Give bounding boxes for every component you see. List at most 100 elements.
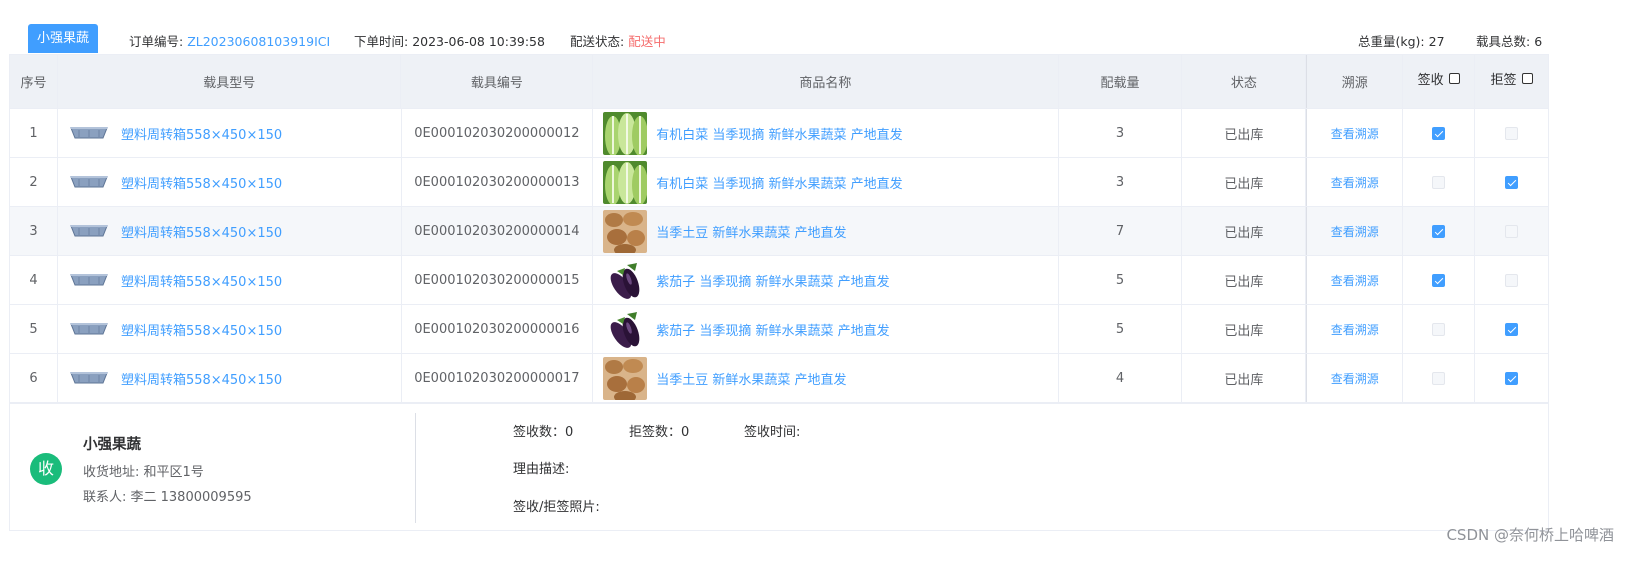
- table-row: 3 塑料周转箱558×450×150 0E000102030200000014 当季土…: [10, 207, 1548, 256]
- carrier-type-link[interactable]: 塑料周转箱558×450×150: [121, 124, 282, 143]
- reject-all-checkbox[interactable]: [1521, 73, 1533, 84]
- sign-checkbox[interactable]: [1432, 126, 1446, 140]
- col-sign-label: 签收: [1417, 73, 1444, 88]
- table-row: 1 塑料周转箱558×450×150 0E000102030200000012 有机白…: [10, 109, 1548, 158]
- row-seq: 6: [10, 354, 58, 402]
- receiver-panel: 收 小强果蔬 收货地址: 和平区1号 联系人: 李二 13800009595 签…: [9, 403, 1549, 531]
- shop-tab[interactable]: 小强果蔬: [28, 24, 99, 53]
- row-trace: 查看溯源: [1306, 109, 1404, 157]
- row-status: 已出库: [1182, 207, 1307, 255]
- row-sign: [1403, 354, 1476, 402]
- eggplant-image: [603, 307, 648, 351]
- carrier-type-link[interactable]: 塑料周转箱558×450×150: [121, 173, 282, 192]
- crate-icon: [69, 125, 109, 141]
- total-carriers: 载具总数: 6: [1476, 31, 1542, 50]
- row-reject: [1475, 256, 1548, 304]
- carrier-type-link[interactable]: 塑料周转箱558×450×150: [121, 320, 282, 339]
- table-body: 1 塑料周转箱558×450×150 0E000102030200000012 有机白…: [10, 109, 1548, 403]
- sign-checkbox[interactable]: [1432, 371, 1446, 385]
- receiver-contact: 联系人: 李二 13800009595: [83, 490, 252, 505]
- panel-divider: [415, 413, 416, 523]
- row-carrier-type: 塑料周转箱558×450×150: [58, 158, 402, 206]
- order-number-value[interactable]: ZL20230608103919ICI: [187, 34, 330, 49]
- row-product: 有机白菜 当季现摘 新鲜水果蔬菜 产地直发: [593, 158, 1059, 206]
- row-carrier-code: 0E000102030200000017: [402, 354, 594, 402]
- row-reject: [1475, 207, 1548, 255]
- row-product: 紫茄子 当季现摘 新鲜水果蔬菜 产地直发: [593, 305, 1059, 353]
- row-reject: [1475, 158, 1548, 206]
- carrier-type-link[interactable]: 塑料周转箱558×450×150: [121, 369, 282, 388]
- row-reject: [1475, 109, 1548, 157]
- row-carrier-type: 塑料周转箱558×450×150: [58, 354, 402, 402]
- row-quantity: 5: [1059, 305, 1183, 353]
- row-trace: 查看溯源: [1306, 158, 1404, 206]
- receiver-name: 小强果蔬: [83, 437, 141, 453]
- reason-label: 理由描述:: [513, 462, 570, 477]
- product-link[interactable]: 当季土豆 新鲜水果蔬菜 产地直发: [656, 222, 846, 241]
- sign-all-checkbox[interactable]: [1448, 73, 1460, 84]
- row-trace: 查看溯源: [1306, 256, 1404, 304]
- total-carriers-label: 载具总数:: [1476, 34, 1531, 49]
- col-status: 状态: [1182, 55, 1307, 108]
- row-product: 当季土豆 新鲜水果蔬菜 产地直发: [593, 207, 1059, 255]
- row-carrier-type: 塑料周转箱558×450×150: [58, 109, 402, 157]
- col-reject: 拒签: [1475, 55, 1548, 108]
- col-product-name: 商品名称: [593, 55, 1059, 108]
- order-time-label: 下单时间:: [354, 34, 409, 49]
- product-link[interactable]: 当季土豆 新鲜水果蔬菜 产地直发: [656, 369, 846, 388]
- row-seq: 1: [10, 109, 58, 157]
- reject-checkbox[interactable]: [1505, 224, 1519, 238]
- row-sign: [1403, 305, 1476, 353]
- view-trace-link[interactable]: 查看溯源: [1331, 223, 1379, 240]
- product-link[interactable]: 紫茄子 当季现摘 新鲜水果蔬菜 产地直发: [656, 320, 889, 339]
- row-status: 已出库: [1182, 256, 1307, 304]
- col-carrier-type: 载具型号: [58, 55, 402, 108]
- view-trace-link[interactable]: 查看溯源: [1331, 272, 1379, 289]
- sign-checkbox[interactable]: [1432, 224, 1446, 238]
- sign-checkbox[interactable]: [1432, 273, 1446, 287]
- col-seq: 序号: [10, 55, 58, 108]
- order-number-label: 订单编号:: [129, 34, 184, 49]
- row-carrier-type: 塑料周转箱558×450×150: [58, 256, 402, 304]
- table-header: 序号 载具型号 载具编号 商品名称 配载量 状态 溯源 签收 拒签: [10, 55, 1548, 109]
- table-row: 5 塑料周转箱558×450×150 0E000102030200000016 紫茄子…: [10, 305, 1548, 354]
- view-trace-link[interactable]: 查看溯源: [1331, 370, 1379, 387]
- watermark: CSDN @奈何桥上哈啤酒: [1446, 526, 1614, 544]
- view-trace-link[interactable]: 查看溯源: [1331, 321, 1379, 338]
- carrier-type-link[interactable]: 塑料周转箱558×450×150: [121, 271, 282, 290]
- row-quantity: 3: [1059, 158, 1183, 206]
- product-link[interactable]: 有机白菜 当季现摘 新鲜水果蔬菜 产地直发: [656, 173, 902, 192]
- sign-checkbox[interactable]: [1432, 322, 1446, 336]
- order-header: 小强果蔬 订单编号: ZL20230608103919ICI 下单时间: 202…: [0, 0, 1629, 54]
- product-link[interactable]: 紫茄子 当季现摘 新鲜水果蔬菜 产地直发: [656, 271, 889, 290]
- reject-checkbox[interactable]: [1505, 273, 1519, 287]
- row-carrier-code: 0E000102030200000012: [402, 109, 594, 157]
- row-carrier-code: 0E000102030200000013: [402, 158, 594, 206]
- crate-icon: [69, 272, 109, 288]
- row-seq: 5: [10, 305, 58, 353]
- view-trace-link[interactable]: 查看溯源: [1331, 125, 1379, 142]
- product-link[interactable]: 有机白菜 当季现摘 新鲜水果蔬菜 产地直发: [656, 124, 902, 143]
- reject-count: 拒签数：0: [629, 425, 690, 440]
- view-trace-link[interactable]: 查看溯源: [1331, 174, 1379, 191]
- carrier-type-link[interactable]: 塑料周转箱558×450×150: [121, 222, 282, 241]
- row-trace: 查看溯源: [1306, 354, 1404, 402]
- total-weight-value: 27: [1428, 34, 1445, 49]
- sign-checkbox[interactable]: [1432, 175, 1446, 189]
- carrier-table: 序号 载具型号 载具编号 商品名称 配载量 状态 溯源 签收 拒签 1 塑料周转箱…: [9, 54, 1549, 404]
- table-row: 2 塑料周转箱558×450×150 0E000102030200000013 有机白…: [10, 158, 1548, 207]
- reject-checkbox[interactable]: [1505, 126, 1519, 140]
- reject-checkbox[interactable]: [1505, 322, 1519, 336]
- reject-checkbox[interactable]: [1505, 175, 1519, 189]
- order-time-value: 2023-06-08 10:39:58: [412, 34, 545, 49]
- row-status: 已出库: [1182, 305, 1307, 353]
- row-sign: [1403, 109, 1476, 157]
- row-seq: 3: [10, 207, 58, 255]
- row-carrier-code: 0E000102030200000014: [402, 207, 594, 255]
- sign-time-label: 签收时间:: [744, 425, 801, 440]
- row-quantity: 3: [1059, 109, 1183, 157]
- row-carrier-code: 0E000102030200000016: [402, 305, 594, 353]
- delivery-status-value: 配送中: [628, 34, 666, 49]
- reject-checkbox[interactable]: [1505, 371, 1519, 385]
- row-status: 已出库: [1182, 354, 1307, 402]
